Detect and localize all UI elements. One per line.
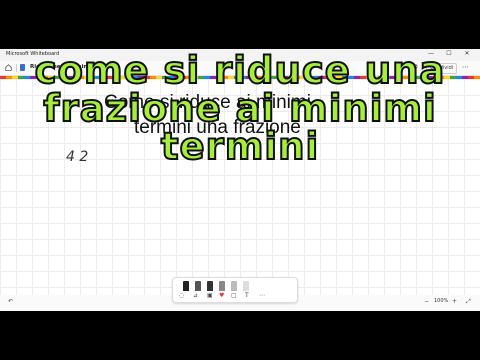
eraser-icon[interactable] xyxy=(243,281,249,291)
pen-gray[interactable] xyxy=(195,281,201,291)
zoom-level[interactable]: 100% xyxy=(434,298,448,304)
heart-icon[interactable]: ♥ xyxy=(219,292,224,299)
overlay-line1: come si riduce una xyxy=(34,49,446,92)
image-icon[interactable]: ▣ xyxy=(207,292,213,299)
fit-screen-icon[interactable]: ⤢ xyxy=(466,298,471,306)
thumbnail-title-overlay: come si riduce una frazione ai minimi te… xyxy=(0,49,480,168)
overlay-line3: termini xyxy=(160,125,320,168)
highlighter-icon[interactable] xyxy=(231,281,237,291)
pen-dark[interactable] xyxy=(207,281,213,291)
undo-icon[interactable]: ↶ xyxy=(8,298,13,305)
ruler-icon[interactable]: ⊿ xyxy=(193,292,198,299)
pen-light[interactable] xyxy=(219,281,225,291)
zoom-out-button[interactable]: − xyxy=(424,298,429,305)
text-icon[interactable]: T xyxy=(245,292,249,299)
more-icon[interactable]: ⋯ xyxy=(259,292,265,299)
note-icon[interactable]: ▢ xyxy=(231,292,237,299)
overlay-line2: frazione ai minimi xyxy=(42,87,437,130)
pen-black[interactable] xyxy=(183,281,189,291)
lasso-icon[interactable]: ◌ xyxy=(179,292,184,299)
zoom-in-button[interactable]: + xyxy=(452,298,457,305)
pen-toolbar: ◌ ⊿ ▣ ♥ ▢ T ⋯ xyxy=(172,277,298,303)
